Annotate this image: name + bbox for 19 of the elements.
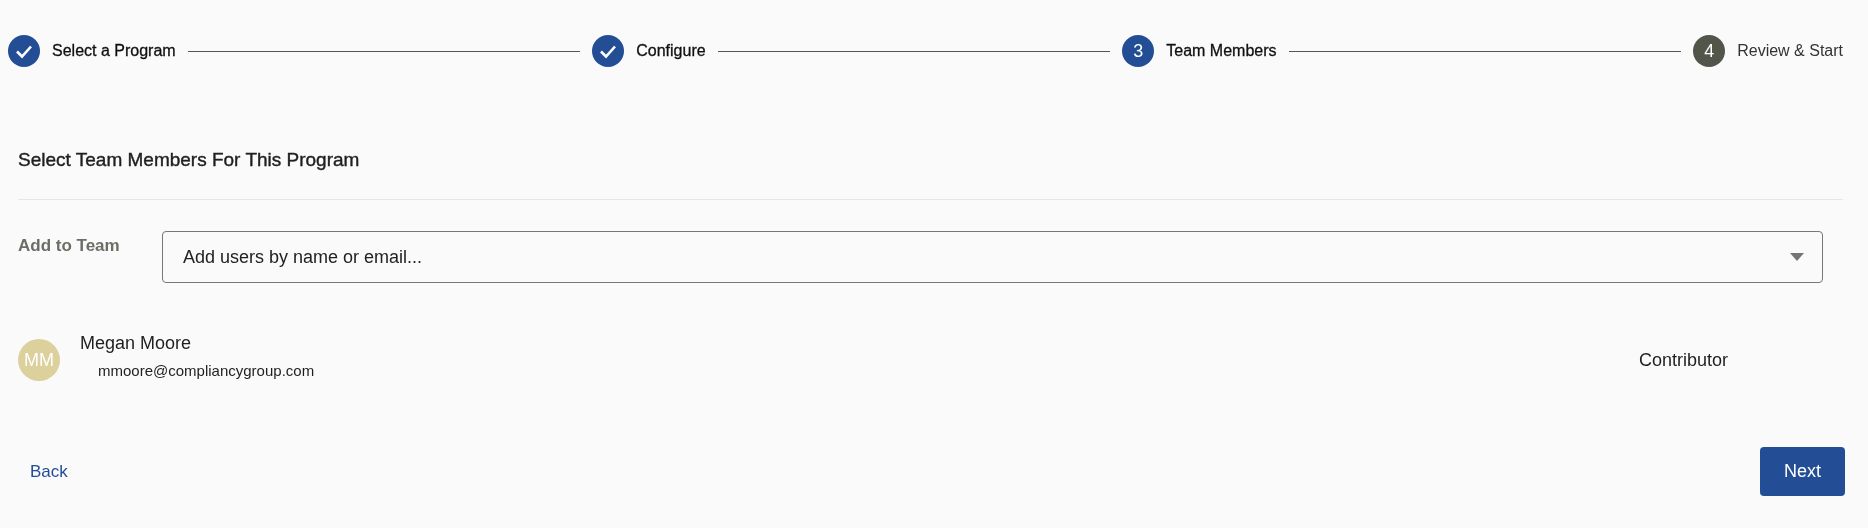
- dropdown-caret-icon: [1790, 253, 1804, 261]
- step-label: Select a Program: [52, 42, 176, 60]
- step-number: 3: [1122, 35, 1155, 67]
- member-email: mmoore@compliancygroup.com: [98, 362, 315, 379]
- check-icon: [8, 35, 40, 67]
- section-heading: Select Team Members For This Program: [18, 149, 361, 172]
- step-label: Review & Start: [1737, 42, 1843, 60]
- step-label: Team Members: [1166, 42, 1277, 60]
- back-link[interactable]: Back: [30, 461, 68, 482]
- field-label: Add to Team: [18, 236, 121, 256]
- step-label: Configure: [636, 42, 706, 60]
- next-button[interactable]: Next: [1760, 447, 1845, 496]
- user-search-input[interactable]: Add users by name or email...: [181, 245, 1790, 269]
- avatar: MM: [18, 339, 60, 381]
- user-select-field[interactable]: Add users by name or email...: [162, 231, 1823, 283]
- member-role: Contributor: [1638, 349, 1728, 371]
- member-name: Megan Moore: [80, 333, 193, 354]
- check-icon: [592, 35, 625, 67]
- step-number: 4: [1693, 35, 1726, 67]
